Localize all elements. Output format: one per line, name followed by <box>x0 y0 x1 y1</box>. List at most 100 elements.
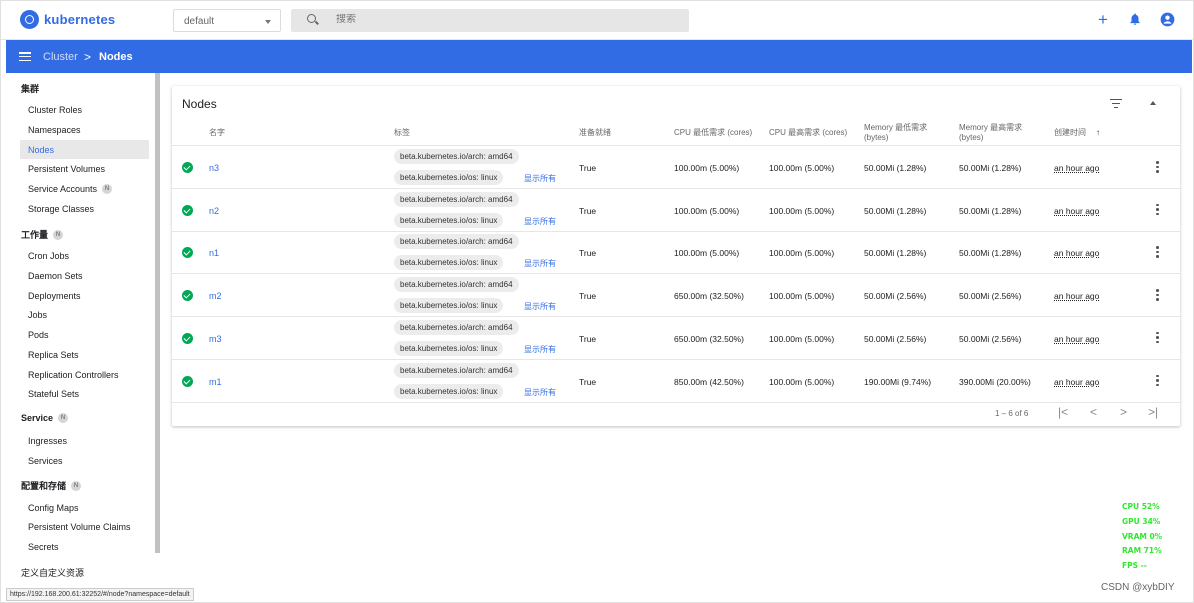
created-cell: an hour ago <box>1054 248 1100 259</box>
bell-icon[interactable] <box>1127 12 1143 28</box>
add-icon[interactable]: + <box>1095 11 1111 28</box>
label-chip: beta.kubernetes.io/arch: amd64 <box>394 149 519 164</box>
show-all-labels-link[interactable]: 显示所有 <box>524 301 556 312</box>
account-icon[interactable] <box>1159 12 1175 28</box>
memory-requests-cell: 50.00Mi (1.28%) <box>864 163 927 173</box>
show-all-labels-link[interactable]: 显示所有 <box>524 344 556 355</box>
sidebar-item-nodes[interactable]: Nodes <box>28 145 54 155</box>
created-cell: an hour ago <box>1054 376 1100 387</box>
sidebar-group-cluster[interactable]: 集群 <box>21 82 39 95</box>
sidebar-group-config-storage[interactable]: 配置和存储 N <box>21 479 82 492</box>
sidebar-item-services[interactable]: Services <box>28 456 63 466</box>
app-name: kubernetes <box>44 12 116 27</box>
table-row: m3 beta.kubernetes.io/arch: amd64 beta.kub… <box>172 317 1180 360</box>
more-vert-icon[interactable] <box>1156 246 1159 259</box>
sidebar-item-ingresses[interactable]: Ingresses <box>28 436 67 446</box>
show-all-labels-link[interactable]: 显示所有 <box>524 387 556 398</box>
created-cell: an hour ago <box>1054 163 1100 173</box>
more-vert-icon[interactable] <box>1156 289 1159 302</box>
sidebar-scrollbar[interactable] <box>155 73 160 553</box>
ready-cell: True <box>579 376 597 387</box>
sidebar-item-cluster-roles[interactable]: Cluster Roles <box>28 105 82 115</box>
sidebar-item-service-accounts[interactable]: Service Accounts N <box>28 184 113 194</box>
cpu-requests-cell: 650.00m (32.50%) <box>674 333 744 344</box>
label-chip: beta.kubernetes.io/arch: amd64 <box>394 277 519 293</box>
logo[interactable]: kubernetes <box>20 10 115 29</box>
show-all-labels-link[interactable]: 显示所有 <box>524 258 556 269</box>
cpu-limits-cell: 100.00m (5.00%) <box>769 248 835 259</box>
sidebar-item-daemon-sets[interactable]: Daemon Sets <box>28 271 83 281</box>
collapse-icon[interactable] <box>1150 101 1156 105</box>
kubernetes-logo-icon <box>20 10 39 29</box>
sidebar-item-storage-classes[interactable]: Storage Classes <box>28 204 94 214</box>
node-name-link[interactable]: m1 <box>209 377 222 387</box>
cpu-limits-cell: 100.00m (5.00%) <box>769 376 835 387</box>
sidebar-item-persistent-volume-claims[interactable]: Persistent Volume Claims <box>28 522 131 532</box>
column-header-memory-limits: Memory 最高需求 (bytes) <box>959 123 1023 142</box>
memory-limits-cell: 50.00Mi (2.56%) <box>959 291 1022 302</box>
namespaced-badge: N <box>58 413 69 423</box>
sidebar-item-replica-sets[interactable]: Replica Sets <box>28 350 79 360</box>
sidebar-item-cron-jobs[interactable]: Cron Jobs <box>28 251 69 261</box>
table-row: m2 beta.kubernetes.io/arch: amd64 beta.kub… <box>172 274 1180 318</box>
label-chip: beta.kubernetes.io/arch: amd64 <box>394 191 519 207</box>
memory-requests-cell: 50.00Mi (2.56%) <box>864 333 927 344</box>
sidebar-item-stateful-sets[interactable]: Stateful Sets <box>28 389 79 399</box>
pagination-range: 1 – 6 of 6 <box>995 409 1029 418</box>
node-name-link[interactable]: n2 <box>209 206 219 216</box>
breadcrumb-cluster[interactable]: Cluster <box>43 51 78 63</box>
menu-icon[interactable] <box>19 52 31 62</box>
search-box[interactable] <box>291 9 689 32</box>
namespace-select[interactable]: default <box>173 9 281 32</box>
more-vert-icon[interactable] <box>1156 374 1159 388</box>
sidebar-item-namespaces[interactable]: Namespaces <box>28 125 81 135</box>
cpu-requests-cell: 100.00m (5.00%) <box>674 248 740 259</box>
next-page-icon[interactable]: > <box>1120 405 1127 419</box>
last-page-icon[interactable]: >| <box>1148 405 1158 419</box>
show-all-labels-link[interactable]: 显示所有 <box>524 216 556 227</box>
more-vert-icon[interactable] <box>1156 331 1159 345</box>
sidebar-item-secrets[interactable]: Secrets <box>28 542 59 552</box>
column-header-labels: 标签 <box>394 128 410 137</box>
sidebar-group-custom-resources[interactable]: 定义自定义资源 <box>21 566 84 579</box>
sidebar-group-service[interactable]: Service N <box>21 413 69 423</box>
sidebar-item-jobs[interactable]: Jobs <box>28 310 47 320</box>
ready-check-icon <box>182 375 193 387</box>
sidebar-item-pods[interactable]: Pods <box>28 330 49 340</box>
node-name-link[interactable]: m2 <box>209 291 222 301</box>
column-header-name[interactable]: 名字 <box>209 128 225 138</box>
node-name-link[interactable]: m3 <box>209 334 222 344</box>
column-header-cpu-limits: CPU 最高需求 (cores) <box>769 128 848 137</box>
previous-page-icon[interactable]: < <box>1090 405 1097 419</box>
cpu-requests-cell: 850.00m (42.50%) <box>674 376 744 387</box>
ready-check-icon <box>182 204 193 216</box>
sidebar-item-deployments[interactable]: Deployments <box>28 291 81 301</box>
sidebar-item-config-maps[interactable]: Config Maps <box>28 503 79 513</box>
node-name-link[interactable]: n1 <box>209 248 219 258</box>
node-name-link[interactable]: n3 <box>209 163 219 173</box>
first-page-icon[interactable]: |< <box>1058 405 1068 419</box>
memory-requests-cell: 50.00Mi (2.56%) <box>864 291 927 302</box>
more-vert-icon[interactable] <box>1156 203 1159 217</box>
card-title: Nodes <box>182 97 217 111</box>
column-header-created[interactable]: 创建时间 <box>1054 128 1086 138</box>
ready-cell: True <box>579 163 597 173</box>
created-cell: an hour ago <box>1054 205 1100 216</box>
sort-arrow-icon[interactable]: ↑ <box>1096 128 1100 138</box>
sidebar-item-persistent-volumes[interactable]: Persistent Volumes <box>28 164 105 174</box>
more-vert-icon[interactable] <box>1156 161 1159 174</box>
search-input[interactable] <box>336 14 636 25</box>
ready-cell: True <box>579 248 597 259</box>
filter-icon[interactable] <box>1110 99 1122 109</box>
sidebar-group-workloads[interactable]: 工作量 N <box>21 228 64 241</box>
memory-requests-cell: 190.00Mi (9.74%) <box>864 376 932 387</box>
status-url: https://192.168.200.61:32252/#/node?name… <box>6 588 194 601</box>
table-row: n2 beta.kubernetes.io/arch: amd64 beta.kub… <box>172 189 1180 232</box>
memory-limits-cell: 50.00Mi (1.28%) <box>959 205 1022 216</box>
show-all-labels-link[interactable]: 显示所有 <box>524 173 556 184</box>
cpu-limits-cell: 100.00m (5.00%) <box>769 291 835 302</box>
performance-overlay: CPU 52% GPU 34% VRAM 0% RAM 71% FPS -- <box>1122 500 1162 574</box>
sidebar-item-replication-controllers[interactable]: Replication Controllers <box>28 370 119 380</box>
cpu-requests-cell: 650.00m (32.50%) <box>674 291 744 302</box>
namespace-value: default <box>184 16 215 27</box>
